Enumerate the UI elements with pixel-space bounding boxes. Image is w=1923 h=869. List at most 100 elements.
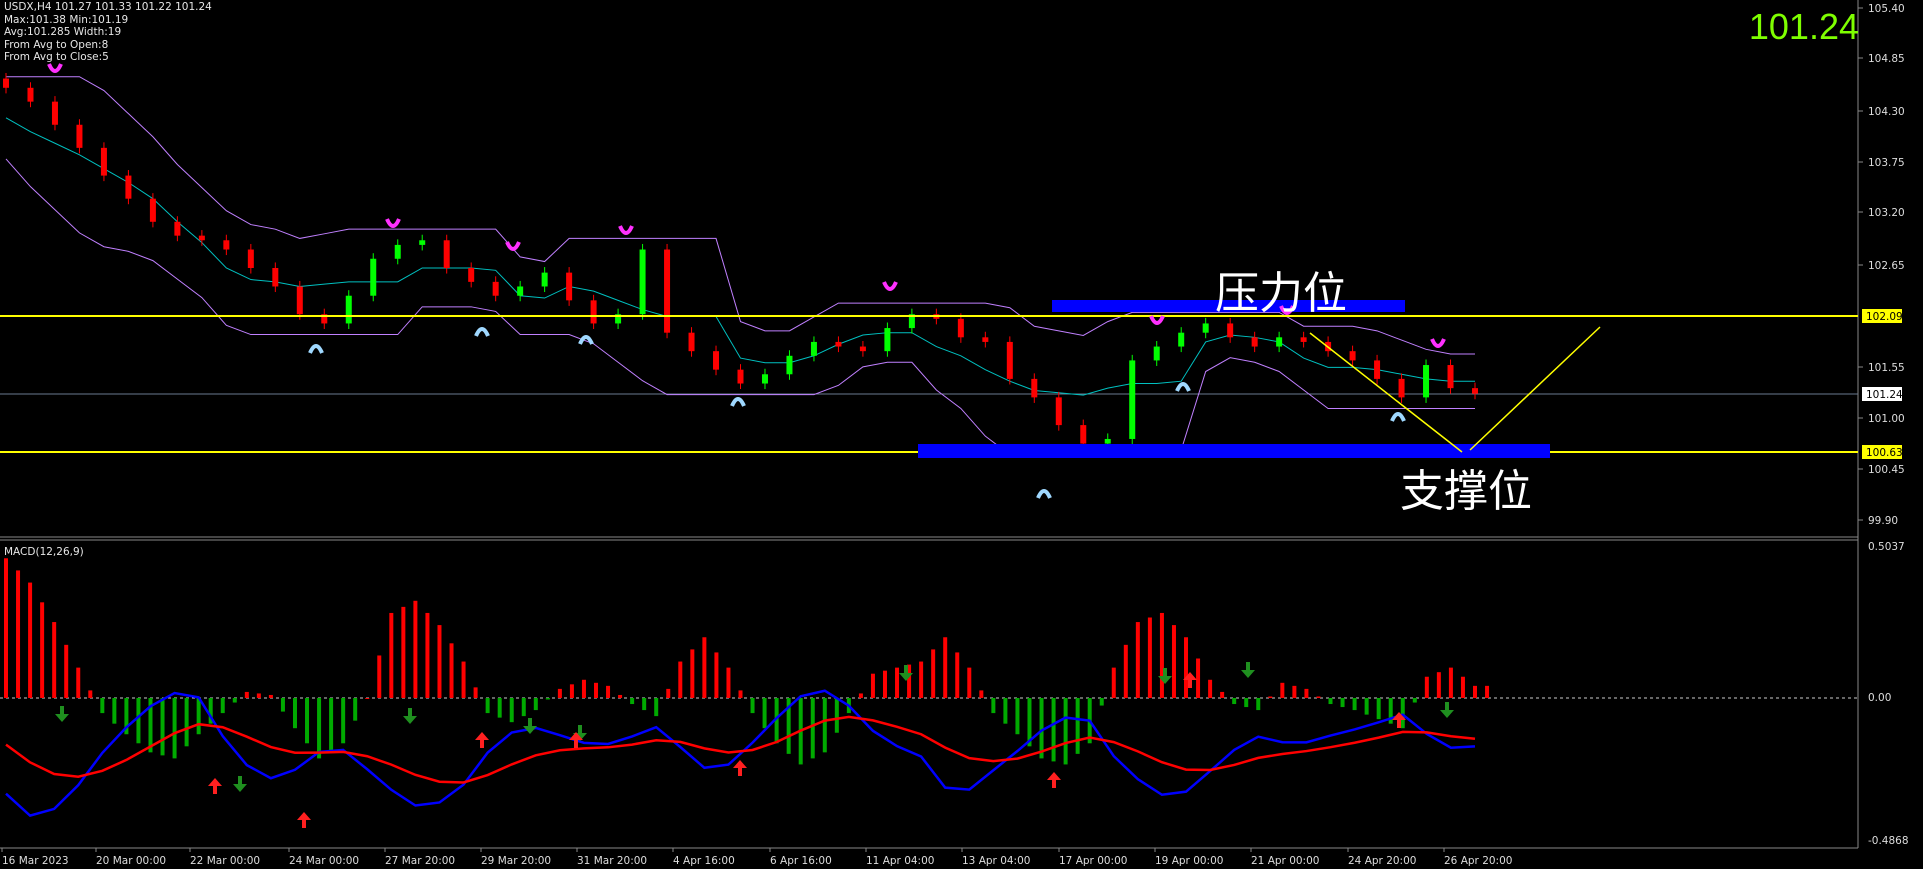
candle-body [3, 78, 9, 88]
candle-body [1251, 337, 1258, 347]
macd-bar [76, 667, 81, 698]
macd-bar [232, 698, 237, 703]
macd-bar [642, 698, 647, 711]
from-open-line: From Avg to Open:8 [4, 38, 109, 51]
macd-bar [750, 698, 755, 714]
price-tick: 103.75 [1868, 157, 1905, 169]
candle-body [810, 341, 817, 356]
macd-bar [654, 698, 659, 717]
macd-bar [726, 667, 731, 698]
macd-bar [1376, 698, 1381, 720]
time-label: 4 Apr 16:00 [673, 855, 735, 867]
candle-body [198, 235, 205, 241]
macd-bar [172, 698, 177, 759]
macd-bar [557, 688, 562, 698]
macd-bar [365, 698, 370, 699]
macd-bar [220, 698, 225, 714]
macd-bar [882, 670, 887, 698]
resistance-price-tag: 102.09 [1862, 309, 1903, 323]
macd-tick: -0.4868 [1868, 835, 1909, 847]
macd-bar [1232, 698, 1237, 705]
macd-tick: 0.00 [1868, 692, 1891, 704]
macd-bar [714, 652, 719, 698]
macd-bar [630, 698, 635, 705]
time-label: 17 Apr 00:00 [1059, 855, 1127, 867]
price-tick: 104.85 [1868, 53, 1905, 65]
macd-bar [88, 690, 93, 698]
macd-bar [1075, 698, 1080, 754]
macd-bar [280, 698, 285, 712]
macd-bar [545, 698, 550, 700]
candle-body [27, 87, 34, 102]
candle-body [517, 286, 524, 296]
candle-body [419, 240, 426, 245]
macd-bar [256, 693, 261, 698]
macd-bar [1292, 685, 1297, 698]
macd-bar [1111, 667, 1116, 698]
macd-bar [979, 690, 984, 698]
price-chart[interactable]: 105.40 104.85 104.30 103.75 103.20 102.65 101.… [0, 0, 1923, 869]
macd-bar [1304, 688, 1309, 698]
macd-bar [1424, 676, 1429, 698]
macd-bar [955, 652, 960, 698]
time-label: 13 Apr 04:00 [962, 855, 1030, 867]
time-label: 19 Apr 00:00 [1155, 855, 1223, 867]
macd-bar [305, 698, 310, 744]
candle-body [835, 341, 842, 347]
candle-body [51, 101, 58, 125]
candle-body [1104, 438, 1111, 444]
macd-bar [268, 694, 273, 698]
macd-bar [196, 698, 201, 735]
macd-bar [1364, 698, 1369, 715]
candle-body [688, 332, 695, 352]
svg-text:102.09: 102.09 [1866, 311, 1903, 323]
from-close-line: From Avg to Close:5 [4, 51, 109, 64]
candle-body [541, 272, 548, 287]
macd-bar [834, 698, 839, 733]
macd-bar [1268, 696, 1273, 698]
macd-bar [810, 698, 815, 759]
candle-body [125, 175, 132, 199]
candle-body [1055, 397, 1062, 426]
macd-bar [377, 655, 382, 698]
macd-bar [738, 690, 743, 698]
price-tick: 101.55 [1868, 362, 1905, 374]
macd-bar [52, 622, 57, 698]
macd-bar [497, 698, 502, 718]
macd-bar [1412, 698, 1417, 703]
candle-body [345, 295, 352, 324]
macd-label: MACD(12,26,9) [4, 546, 84, 558]
candle-body [1153, 346, 1160, 361]
candle-body [786, 355, 793, 375]
price-tick: 104.30 [1868, 106, 1905, 118]
macd-bar [1280, 682, 1285, 698]
macd-bar [666, 688, 671, 698]
macd-bar [112, 698, 117, 724]
price-tick: 103.20 [1868, 207, 1905, 219]
candle-body [1129, 360, 1136, 439]
candle-body [1202, 323, 1209, 333]
macd-bar [1208, 679, 1213, 698]
candle-body [1447, 365, 1454, 389]
time-label: 11 Apr 04:00 [866, 855, 934, 867]
macd-bar [1473, 685, 1477, 698]
macd-bar [425, 612, 430, 698]
candle-body [639, 249, 646, 315]
candle-body [1472, 388, 1478, 394]
candle-body [149, 198, 156, 222]
symbol-line: USDX,H4 101.27 101.33 101.22 101.24 [4, 1, 212, 13]
macd-bar [569, 684, 574, 698]
macd-bar [341, 698, 346, 744]
macd-bar [1196, 658, 1201, 698]
candle-body [664, 249, 671, 333]
macd-bar [618, 694, 623, 698]
macd-bar [1316, 696, 1321, 698]
candle-body [982, 337, 989, 342]
macd-bar [702, 637, 707, 698]
time-label: 21 Apr 00:00 [1251, 855, 1319, 867]
candle-body [1398, 378, 1405, 398]
macd-bar [461, 661, 466, 698]
macd-bar [473, 687, 478, 698]
support-annotation: 支撑位 [1400, 466, 1532, 517]
avg-width-line: Avg:101.285 Width:19 [4, 26, 122, 39]
